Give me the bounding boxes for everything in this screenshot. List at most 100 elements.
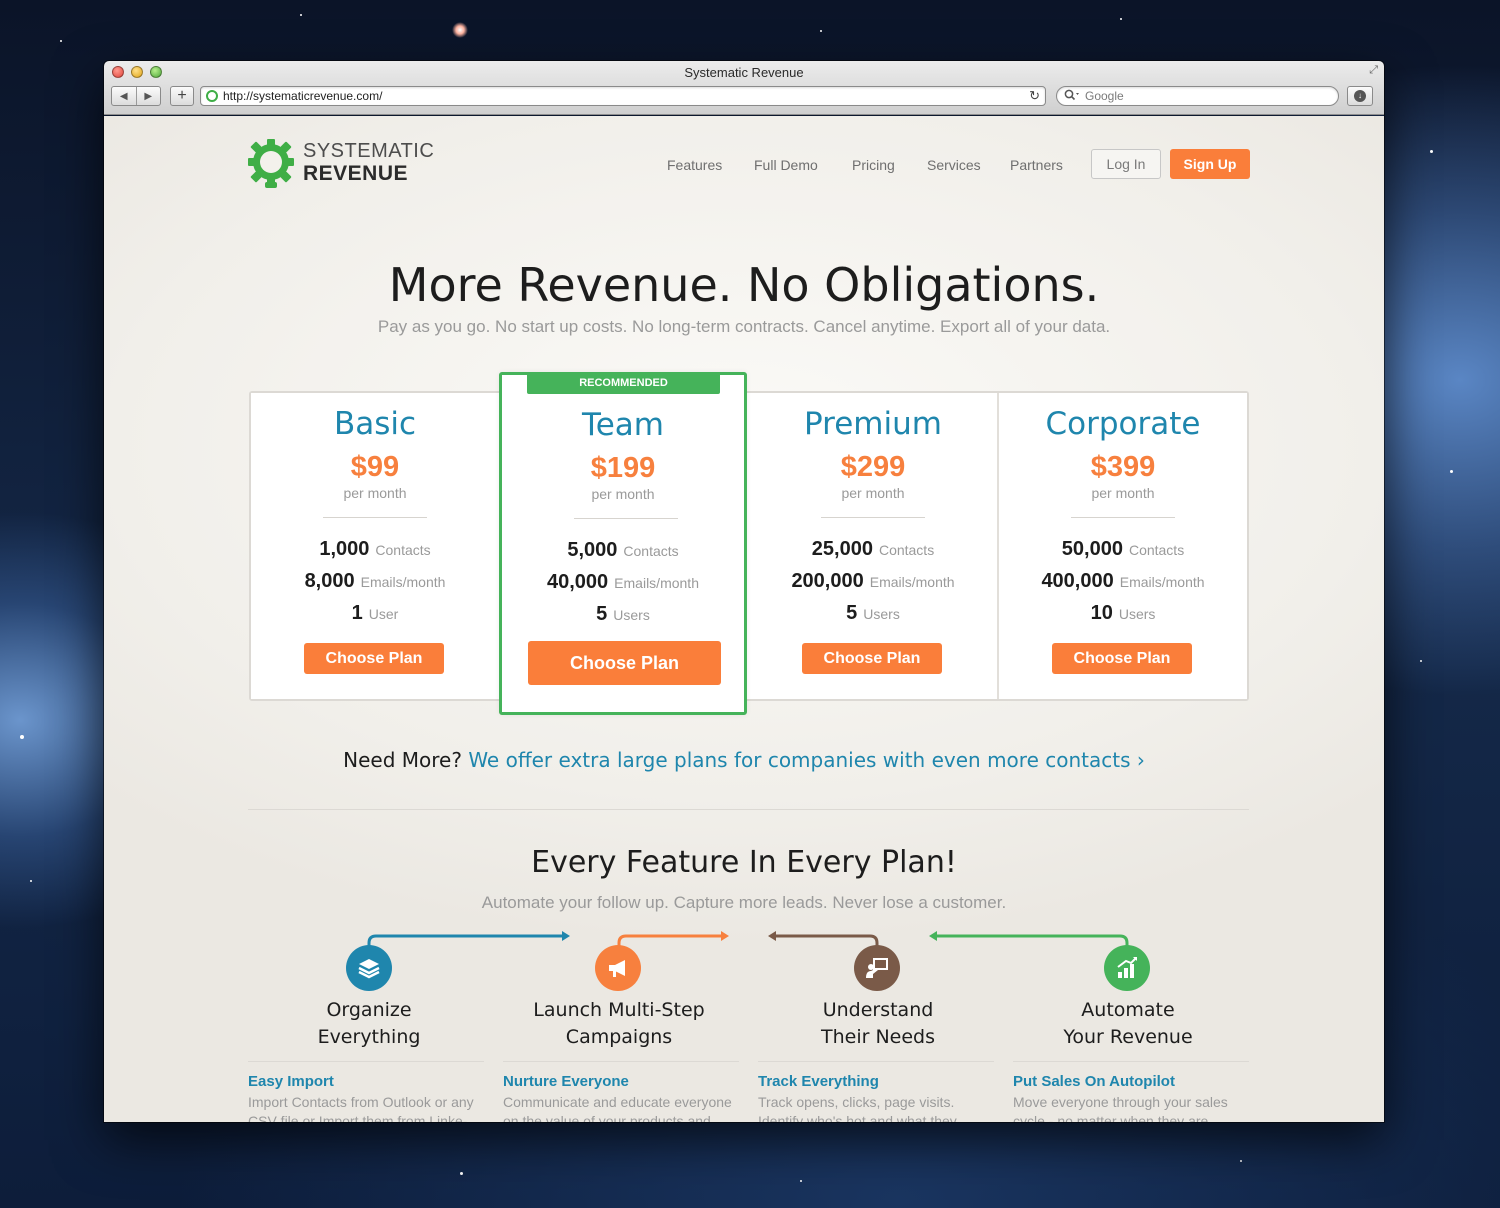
choose-plan-button[interactable]: Choose Plan xyxy=(802,643,942,674)
presenter-icon xyxy=(854,945,900,991)
search-field[interactable]: Google xyxy=(1056,86,1339,106)
star xyxy=(1120,18,1122,20)
back-button[interactable]: ◀ xyxy=(112,87,136,105)
star xyxy=(800,1180,802,1182)
layers-icon xyxy=(346,945,392,991)
forward-button[interactable]: ▶ xyxy=(135,87,161,105)
plan-contacts: 1,000 Contacts xyxy=(319,538,431,560)
logo-wordmark-bottom[interactable]: REVENUE xyxy=(303,162,408,186)
plan-price: $399 xyxy=(1090,451,1156,483)
plan-card-corporate: Corporate $399 per month 50,000 Contacts … xyxy=(997,393,1247,699)
plan-price: $99 xyxy=(350,451,400,483)
feature-divider xyxy=(758,1061,994,1062)
nav-partners[interactable]: Partners xyxy=(1010,157,1063,173)
star xyxy=(452,22,468,38)
logo-wordmark-top[interactable]: SYSTEMATIC xyxy=(303,140,434,163)
star xyxy=(460,1172,463,1175)
megaphone-icon xyxy=(595,945,641,991)
plan-card-team: RECOMMENDED Team $199 per month 5,000 Con… xyxy=(499,372,747,715)
plan-name: Basic xyxy=(333,406,417,442)
feature-description: Move everyone through your sales cycle -… xyxy=(1013,1094,1228,1122)
browser-window: Systematic Revenue ⤢ ◀ ▶ + http://system… xyxy=(104,61,1384,1122)
plan-period: per month xyxy=(343,485,407,501)
section-divider xyxy=(248,809,1249,810)
features-title: Every Feature In Every Plan! xyxy=(531,845,957,880)
feature-sub-easy-import[interactable]: Easy Import xyxy=(248,1073,334,1090)
feature-heading-understand: Understand Their Needs xyxy=(820,999,936,1048)
feature-heading-organize: Organize Everything xyxy=(317,999,421,1048)
plan-users: 5 Users xyxy=(846,602,900,624)
window-title: Systematic Revenue xyxy=(684,65,804,80)
star xyxy=(1450,470,1453,473)
plan-name: Corporate xyxy=(1045,406,1201,442)
feature-flow-arrows xyxy=(367,931,1129,961)
plan-emails: 40,000 Emails/month xyxy=(547,571,699,593)
webpage: SYSTEMATIC REVENUE Features Full Demo Pr… xyxy=(104,116,1384,1122)
nav-features[interactable]: Features xyxy=(667,157,722,173)
downloads-button[interactable]: ↓ xyxy=(1347,86,1373,106)
feature-divider xyxy=(1013,1061,1249,1062)
plan-period: per month xyxy=(1091,485,1155,501)
plan-name: Team xyxy=(582,407,664,443)
site-favicon-icon xyxy=(206,90,218,102)
new-tab-button[interactable]: + xyxy=(170,86,194,106)
feature-description: Import Contacts from Outlook or any CSV … xyxy=(248,1094,474,1122)
feature-sub-nurture[interactable]: Nurture Everyone xyxy=(503,1073,629,1090)
reload-icon[interactable]: ↻ xyxy=(1029,88,1040,104)
plan-period: per month xyxy=(841,485,905,501)
plan-divider xyxy=(323,517,427,518)
plan-users: 5 Users xyxy=(596,603,650,625)
need-more-lead: Need More? xyxy=(343,748,462,772)
choose-plan-button[interactable]: Choose Plan xyxy=(304,643,444,674)
history-buttons: ◀ ▶ xyxy=(111,86,161,106)
plan-card-premium: Premium $299 per month 25,000 Contacts 20… xyxy=(749,393,997,699)
nav-full-demo[interactable]: Full Demo xyxy=(754,157,818,173)
feature-sub-track[interactable]: Track Everything xyxy=(758,1073,879,1090)
fullscreen-icon[interactable]: ⤢ xyxy=(1369,64,1378,77)
star xyxy=(60,40,62,42)
star xyxy=(1420,660,1422,662)
plan-price: $199 xyxy=(590,452,656,484)
logo-gear-icon[interactable] xyxy=(247,138,297,190)
need-more: Need More? We offer extra large plans fo… xyxy=(104,748,1384,772)
feature-heading-automate: Automate Your Revenue xyxy=(1063,999,1193,1048)
feature-divider xyxy=(248,1061,484,1062)
hero-title: More Revenue. No Obligations. xyxy=(388,258,1100,312)
url-text[interactable]: http://systematicrevenue.com/ xyxy=(223,89,382,103)
features-subtitle: Automate your follow up. Capture more le… xyxy=(481,893,1007,912)
arrow-automate xyxy=(933,934,1129,961)
signup-button[interactable]: Sign Up xyxy=(1170,149,1250,179)
arrow-organize xyxy=(367,934,567,961)
login-button[interactable]: Log In xyxy=(1091,149,1161,179)
feature-sub-autopilot[interactable]: Put Sales On Autopilot xyxy=(1013,1073,1175,1090)
star xyxy=(1430,150,1433,153)
large-plans-link[interactable]: We offer extra large plans for companies… xyxy=(468,748,1145,772)
plan-users: 10 Users xyxy=(1090,602,1156,624)
plan-divider xyxy=(1071,517,1175,518)
star xyxy=(820,30,822,32)
star xyxy=(1240,1160,1242,1162)
nav-pricing[interactable]: Pricing xyxy=(852,157,895,173)
plan-price: $299 xyxy=(840,451,906,483)
recommended-badge: RECOMMENDED xyxy=(527,373,720,394)
star xyxy=(300,14,302,16)
plan-users: 1 User xyxy=(351,602,399,624)
search-placeholder: Google xyxy=(1085,89,1124,103)
plan-name: Premium xyxy=(804,406,942,442)
browser-toolbar: Systematic Revenue ⤢ ◀ ▶ + http://system… xyxy=(104,61,1384,115)
address-bar[interactable]: http://systematicrevenue.com/ ↻ xyxy=(200,86,1046,106)
plan-divider xyxy=(821,517,925,518)
choose-plan-button[interactable]: Choose Plan xyxy=(528,641,721,685)
nav-services[interactable]: Services xyxy=(927,157,981,173)
plan-card-basic: Basic $99 per month 1,000 Contacts 8,000 E… xyxy=(251,393,499,699)
feature-description: Communicate and educate everyone on the … xyxy=(503,1094,732,1122)
star xyxy=(20,735,24,739)
plan-emails: 8,000 Emails/month xyxy=(304,570,446,592)
star xyxy=(30,880,32,882)
feature-description: Track opens, clicks, page visits. Identi… xyxy=(758,1094,957,1122)
choose-plan-button[interactable]: Choose Plan xyxy=(1052,643,1192,674)
plan-contacts: 25,000 Contacts xyxy=(811,538,935,560)
plan-period: per month xyxy=(591,486,655,502)
plan-emails: 200,000 Emails/month xyxy=(791,570,955,592)
search-icon xyxy=(1064,89,1080,104)
